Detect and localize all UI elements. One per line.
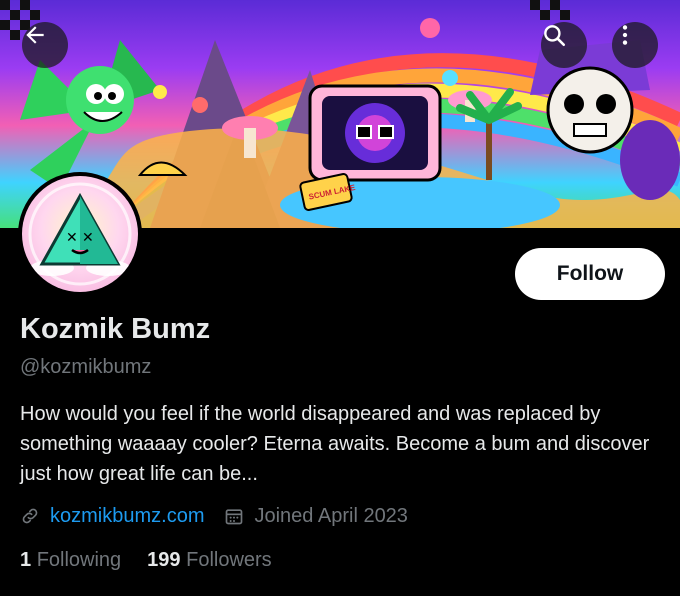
- joined-date: Joined April 2023: [254, 504, 408, 527]
- following-count: 1: [20, 549, 32, 571]
- svg-text:✕: ✕: [82, 230, 94, 246]
- followers-count: 199: [147, 549, 181, 571]
- website-link[interactable]: kozmikbumz.com: [50, 505, 204, 528]
- back-button[interactable]: [22, 22, 68, 68]
- user-handle: @kozmikbumz: [20, 356, 152, 378]
- following-label: Following: [36, 549, 122, 571]
- followers-stat[interactable]: 199 Followers: [147, 549, 272, 572]
- follow-stats: 1 Following 199 Followers: [20, 549, 298, 572]
- link-icon: [20, 506, 40, 526]
- display-name: Kozmik Bumz: [20, 313, 211, 345]
- profile-meta: kozmikbumz.com Joined April 2023: [20, 502, 408, 530]
- search-icon: [544, 25, 566, 47]
- more-options-button[interactable]: [612, 22, 658, 68]
- following-stat[interactable]: 1 Following: [20, 549, 121, 572]
- follow-button[interactable]: Follow: [515, 248, 665, 300]
- profile-avatar[interactable]: ✕ ✕: [18, 172, 142, 296]
- search-button[interactable]: [541, 22, 587, 68]
- svg-text:✕: ✕: [66, 230, 78, 246]
- profile-bio: How would you feel if the world disappea…: [20, 403, 650, 485]
- arrow-left-icon: [26, 26, 44, 44]
- calendar-icon: [224, 506, 244, 526]
- more-vertical-icon: [622, 25, 628, 45]
- avatar-image: ✕ ✕: [22, 176, 138, 292]
- pyramid-eye-icon: ✕ ✕: [28, 182, 132, 286]
- followers-label: Followers: [186, 549, 272, 571]
